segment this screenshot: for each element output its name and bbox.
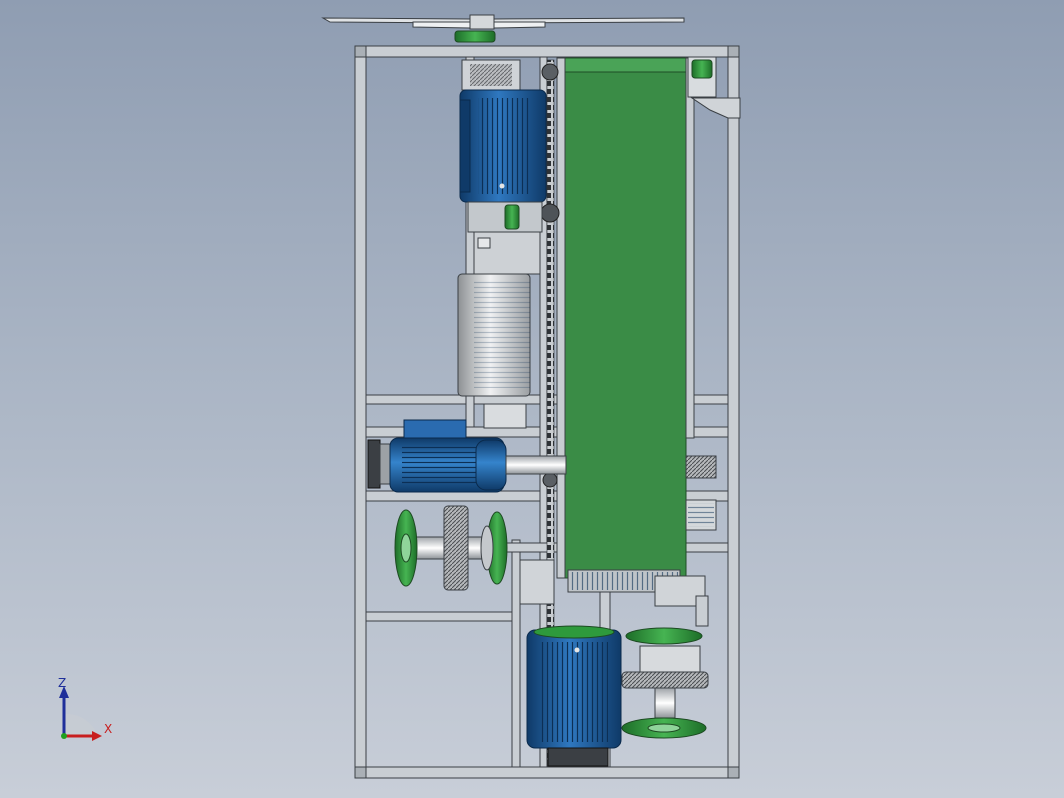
lower-pulley-assembly[interactable] [621,575,709,739]
z-axis-label: Z [58,676,67,690]
triad-graphic [59,686,102,741]
top-fan-blade[interactable] [321,14,685,43]
pulley-assembly[interactable] [394,505,508,591]
cad-model-view[interactable] [0,0,1064,798]
x-axis-label: X [104,722,113,736]
cad-viewport[interactable]: Z X [0,0,1064,798]
upper-motor[interactable] [459,59,547,233]
coordinate-triad: Z X [40,672,130,752]
y-axis-dot [61,733,67,739]
x-axis-arrow [92,731,102,741]
